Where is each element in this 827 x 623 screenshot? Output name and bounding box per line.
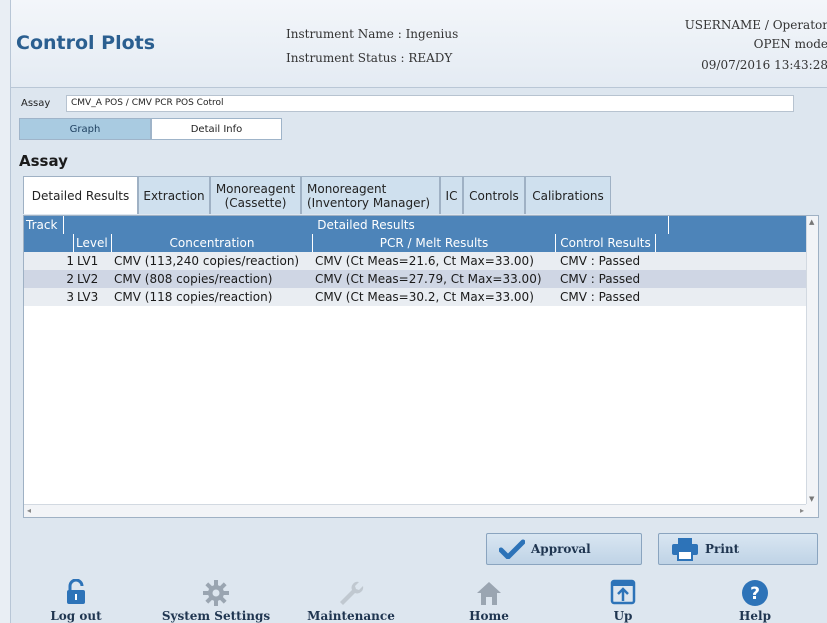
nav-home-label: Home	[469, 609, 509, 623]
header-bar: Control Plots Instrument Name : Ingenius…	[11, 0, 827, 88]
sub-tab-bar: Detailed Results Extraction Monoreagent …	[23, 176, 611, 214]
header-spacer-2	[656, 234, 807, 252]
print-label: Print	[705, 542, 740, 556]
cell-pcr: CMV (Ct Meas=30.2, Ct Max=33.00)	[315, 290, 534, 304]
printer-icon	[672, 538, 698, 561]
up-window-icon	[610, 579, 636, 605]
cell-level: LV3	[77, 290, 99, 304]
table-row[interactable]: 1 LV1 CMV (113,240 copies/reaction) CMV …	[24, 252, 807, 270]
tab-graph[interactable]: Graph	[19, 118, 151, 140]
app-window: Control Plots Instrument Name : Ingenius…	[10, 0, 827, 623]
table-row[interactable]: 3 LV3 CMV (118 copies/reaction) CMV (Ct …	[24, 288, 807, 306]
nav-system-settings-label: System Settings	[161, 609, 271, 623]
nav-maintenance[interactable]: Maintenance	[291, 575, 411, 623]
table-header-columns: Level Concentration PCR / Melt Results C…	[24, 234, 807, 252]
nav-maintenance-label: Maintenance	[307, 609, 395, 623]
tab-detailed-results[interactable]: Detailed Results	[23, 176, 138, 214]
nav-help-label: Help	[739, 609, 771, 623]
header-blank	[24, 234, 74, 252]
cell-control: CMV : Passed	[560, 254, 641, 268]
table-header-top: Track Detailed Results	[24, 216, 807, 234]
mode-info: OPEN mode	[753, 37, 827, 51]
vertical-scrollbar[interactable]: ▲ ▼	[806, 216, 818, 505]
tab-extraction[interactable]: Extraction	[138, 176, 210, 214]
cell-control: CMV : Passed	[560, 272, 641, 286]
tab-monoreagent-inventory[interactable]: Monoreagent (Inventory Manager)	[301, 176, 440, 214]
gear-icon	[203, 580, 229, 606]
cell-concentration: CMV (118 copies/reaction)	[114, 290, 273, 304]
horizontal-scrollbar[interactable]: ◂ ▸	[24, 504, 807, 517]
scroll-up-icon[interactable]: ▲	[809, 218, 814, 226]
tab-ic[interactable]: IC	[440, 176, 463, 214]
cell-track: 2	[66, 272, 74, 286]
instrument-status: Instrument Status : READY	[286, 51, 453, 65]
instrument-name: Instrument Name : Ingenius	[286, 27, 459, 41]
approval-label: Approval	[531, 542, 591, 556]
nav-logout-label: Log out	[50, 609, 102, 623]
datetime: 09/07/2016 13:43:28	[701, 58, 827, 72]
wrench-icon	[340, 581, 364, 605]
nav-system-settings[interactable]: System Settings	[156, 575, 276, 623]
section-title: Assay	[19, 152, 68, 170]
results-table: Track Detailed Results Level Concentrati…	[23, 215, 819, 518]
cell-concentration: CMV (808 copies/reaction)	[114, 272, 273, 286]
header-spacer	[669, 216, 807, 234]
cell-level: LV2	[77, 272, 99, 286]
cell-track: 1	[66, 254, 74, 268]
scroll-left-icon[interactable]: ◂	[27, 506, 31, 515]
svg-text:?: ?	[750, 584, 760, 604]
lock-icon	[67, 579, 85, 604]
cell-level: LV1	[77, 254, 99, 268]
scroll-right-icon[interactable]: ▸	[800, 506, 804, 515]
home-icon	[477, 582, 501, 605]
help-icon: ?	[742, 580, 768, 606]
page-title: Control Plots	[16, 32, 156, 54]
nav-up-label: Up	[613, 609, 633, 623]
user-info: USERNAME / Operator	[684, 18, 827, 32]
assay-label: Assay	[21, 98, 51, 109]
tab-calibrations[interactable]: Calibrations	[525, 176, 611, 214]
checkmark-icon	[499, 539, 525, 559]
nav-logout[interactable]: Log out	[16, 575, 136, 623]
header-concentration[interactable]: Concentration	[112, 234, 313, 252]
cell-concentration: CMV (113,240 copies/reaction)	[114, 254, 300, 268]
scroll-corner	[806, 504, 818, 517]
cell-pcr: CMV (Ct Meas=27.79, Ct Max=33.00)	[315, 272, 542, 286]
cell-pcr: CMV (Ct Meas=21.6, Ct Max=33.00)	[315, 254, 534, 268]
header-detailed-results[interactable]: Detailed Results	[64, 216, 669, 234]
assay-field[interactable]: CMV_A POS / CMV PCR POS Cotrol	[66, 95, 794, 112]
nav-up[interactable]: Up	[563, 575, 683, 623]
approval-button[interactable]: Approval	[486, 533, 642, 565]
tab-controls[interactable]: Controls	[463, 176, 525, 214]
header-track[interactable]: Track	[24, 216, 64, 234]
header-pcr-melt[interactable]: PCR / Melt Results	[313, 234, 556, 252]
cell-control: CMV : Passed	[560, 290, 641, 304]
tab-monoreagent-cassette[interactable]: Monoreagent (Cassette)	[210, 176, 301, 214]
nav-help[interactable]: ? Help	[695, 575, 815, 623]
header-level[interactable]: Level	[74, 234, 112, 252]
table-row[interactable]: 2 LV2 CMV (808 copies/reaction) CMV (Ct …	[24, 270, 807, 288]
print-button[interactable]: Print	[658, 533, 818, 565]
header-control-results[interactable]: Control Results	[556, 234, 656, 252]
scroll-down-icon[interactable]: ▼	[809, 495, 814, 503]
tab-detail-info[interactable]: Detail Info	[151, 118, 282, 140]
nav-home[interactable]: Home	[429, 575, 549, 623]
cell-track: 3	[66, 290, 74, 304]
